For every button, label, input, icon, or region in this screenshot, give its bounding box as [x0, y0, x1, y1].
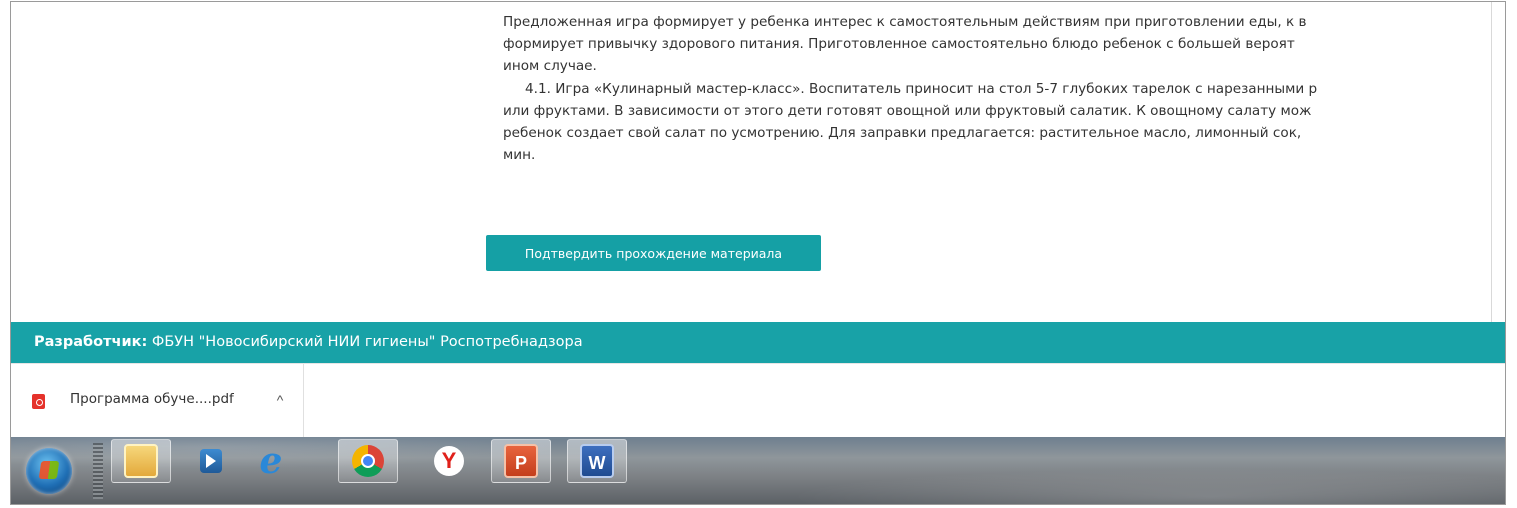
confirm-material-button[interactable]: Подтвердить прохождение материала [486, 235, 821, 271]
taskbar-yandex-button[interactable]: Y [419, 439, 479, 483]
yandex-browser-icon: Y [434, 446, 464, 476]
windows-taskbar: e Y P W [11, 437, 1505, 504]
pdf-file-icon [32, 394, 45, 409]
internet-explorer-icon: e [259, 440, 283, 482]
text-line: формирует привычку здорового питания. Пр… [503, 36, 1295, 53]
scrollbar[interactable] [1491, 2, 1505, 322]
chevron-up-icon[interactable]: ^ [270, 390, 290, 410]
developer-name: ФБУН "Новосибирский НИИ гигиены" Роспотр… [151, 334, 583, 350]
taskbar-ie-button[interactable]: e [241, 439, 301, 483]
text-line: ребенок создает свой салат по усмотрению… [503, 124, 1302, 141]
taskbar-explorer-button[interactable] [111, 439, 171, 483]
chrome-icon [352, 445, 384, 477]
download-shelf: Программа обуче....pdf ^ [11, 363, 1505, 438]
windows-start-icon[interactable] [26, 448, 72, 494]
media-player-icon [200, 449, 222, 473]
taskbar-grip[interactable] [93, 443, 103, 499]
taskbar-powerpoint-button[interactable]: P [491, 439, 551, 483]
screenshot-frame: Предложенная игра формирует у ребенка ин… [10, 1, 1506, 505]
lesson-text: Предложенная игра формирует у ребенка ин… [503, 11, 1503, 166]
site-footer: Разработчик: ФБУН "Новосибирский НИИ гиг… [11, 322, 1505, 363]
text-line: мин. [503, 147, 536, 164]
page-content: Предложенная игра формирует у ребенка ин… [11, 2, 1505, 322]
text-line: Предложенная игра формирует у ребенка ин… [503, 14, 1307, 30]
text-line: 4.1. Игра «Кулинарный мастер-класс». Вос… [525, 80, 1318, 97]
taskbar-chrome-button[interactable] [338, 439, 398, 483]
file-explorer-icon [124, 444, 158, 478]
download-item[interactable]: Программа обуче....pdf ^ [11, 364, 304, 438]
taskbar-media-button[interactable] [181, 439, 241, 483]
text-line: или фруктами. В зависимости от этого дет… [503, 102, 1312, 119]
download-filename: Программа обуче....pdf [70, 391, 234, 407]
taskbar-word-button[interactable]: W [567, 439, 627, 483]
powerpoint-icon: P [504, 444, 538, 478]
word-icon: W [580, 444, 614, 478]
developer-label: Разработчик: [34, 334, 148, 350]
text-line: ином случае. [503, 58, 597, 75]
